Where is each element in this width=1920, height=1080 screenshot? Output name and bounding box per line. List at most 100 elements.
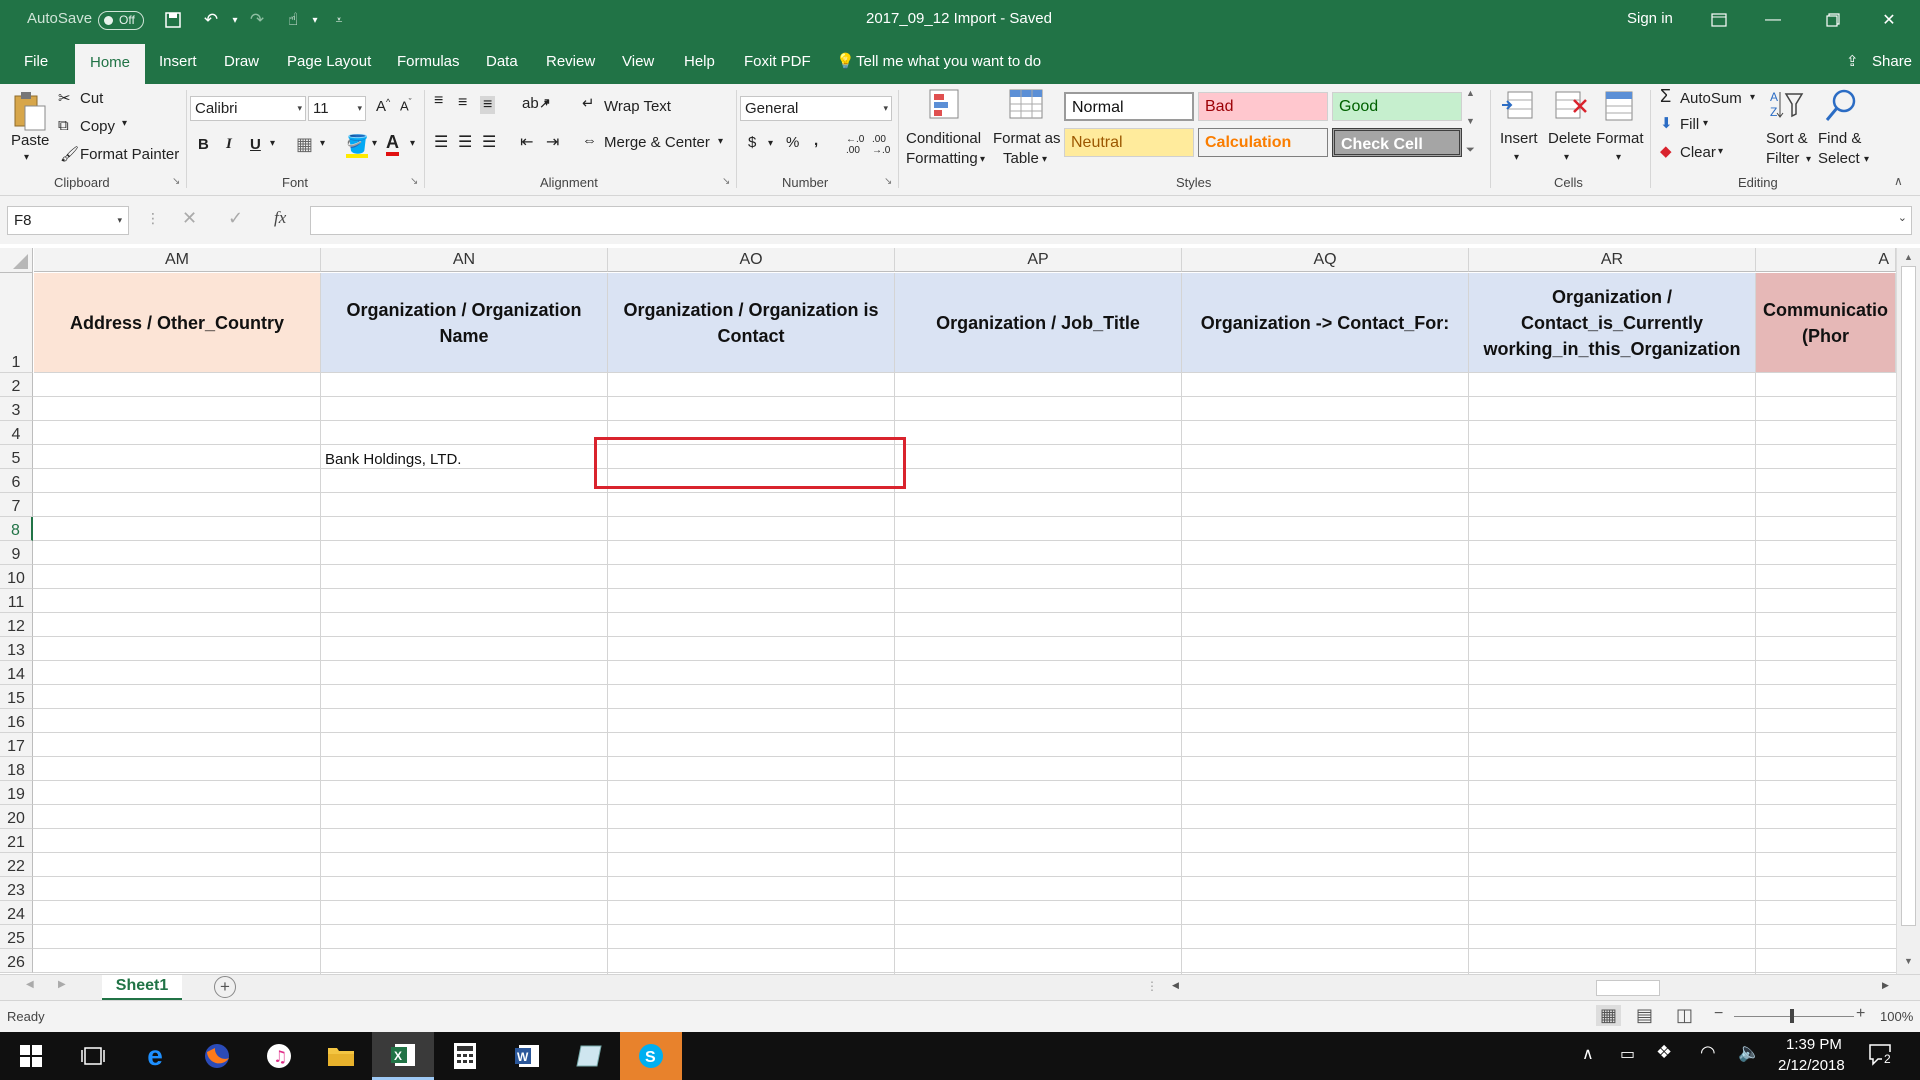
volume-icon[interactable]: 🔈 — [1738, 1042, 1760, 1063]
paste-button[interactable]: Paste — [11, 132, 49, 149]
windows-start-icon[interactable] — [0, 1032, 62, 1080]
task-view-icon[interactable] — [62, 1032, 124, 1080]
new-sheet-icon[interactable]: + — [214, 976, 236, 998]
zoom-out-icon[interactable]: − — [1714, 1005, 1723, 1023]
sign-in-link[interactable]: Sign in — [1627, 10, 1673, 27]
style-calculation[interactable]: Calculation — [1198, 128, 1328, 157]
row-header-9[interactable]: 9 — [0, 541, 33, 565]
share-icon[interactable]: ⇪ — [1846, 40, 1859, 84]
increase-decimal-icon[interactable]: ←.0.00 — [846, 134, 864, 156]
borders-icon[interactable]: ▦ — [296, 134, 313, 155]
font-color-dropdown-icon[interactable]: ▾ — [410, 138, 415, 149]
scroll-up-icon[interactable]: ▲ — [1904, 252, 1913, 262]
header-cell-as1[interactable]: Communicatio (Phor — [1756, 273, 1896, 373]
file-explorer-icon[interactable] — [310, 1032, 372, 1080]
name-box[interactable]: F8 ▾ — [7, 206, 129, 235]
zoom-slider-thumb[interactable] — [1790, 1009, 1794, 1023]
align-left-icon[interactable]: ☰ — [434, 132, 448, 152]
dropbox-icon[interactable]: ❖ — [1656, 1042, 1672, 1063]
row-header-4[interactable]: 4 — [0, 421, 33, 445]
font-name-select[interactable]: Calibri ▾ — [190, 96, 306, 121]
align-middle-icon[interactable]: ≡ — [458, 94, 467, 112]
decrease-font-icon[interactable]: Aˇ — [400, 97, 412, 113]
style-bad[interactable]: Bad — [1198, 92, 1328, 121]
underline-dropdown-icon[interactable]: ▾ — [270, 138, 275, 149]
sheet-prev-icon[interactable]: ◀ — [26, 979, 34, 990]
cut-button[interactable]: Cut — [80, 90, 103, 107]
insert-function-icon[interactable]: fx — [274, 208, 286, 228]
header-cell-ap1[interactable]: Organization / Job_Title — [895, 273, 1182, 373]
find-select-line2[interactable]: Select — [1818, 150, 1860, 167]
column-header-aq[interactable]: AQ — [1182, 248, 1469, 272]
fill-button[interactable]: Fill — [1680, 116, 1699, 133]
clear-button[interactable]: Clear — [1680, 144, 1716, 161]
styles-more-icon[interactable]: ⏷ — [1466, 144, 1475, 157]
clipboard-launcher-icon[interactable]: ↘ — [172, 176, 180, 187]
borders-dropdown-icon[interactable]: ▾ — [320, 138, 325, 149]
row-header-20[interactable]: 20 — [0, 805, 33, 829]
cancel-entry-icon[interactable]: ✕ — [182, 208, 197, 229]
style-good[interactable]: Good — [1332, 92, 1462, 121]
excel-taskbar-icon[interactable]: X — [372, 1032, 434, 1080]
wrap-text-button[interactable]: Wrap Text — [604, 98, 671, 115]
row-header-3[interactable]: 3 — [0, 397, 33, 421]
row-header-14[interactable]: 14 — [0, 661, 33, 685]
name-box-dropdown-icon[interactable]: ▾ — [117, 207, 122, 234]
align-right-icon[interactable]: ☰ — [482, 132, 496, 152]
skype-icon[interactable]: S — [620, 1032, 682, 1080]
clock-date[interactable]: 2/12/2018 — [1778, 1057, 1845, 1074]
style-neutral[interactable]: Neutral — [1064, 128, 1194, 157]
share-button[interactable]: Share — [1872, 40, 1912, 84]
insert-cells-button[interactable]: Insert — [1500, 130, 1538, 147]
row-header-16[interactable]: 16 — [0, 709, 33, 733]
row-header-17[interactable]: 17 — [0, 733, 33, 757]
tab-file[interactable]: File — [24, 40, 48, 84]
autosave-toggle[interactable]: Off — [98, 11, 144, 30]
horizontal-scrollbar[interactable]: ◀ ▶ — [1168, 978, 1896, 998]
font-size-select[interactable]: 11 ▾ — [308, 96, 366, 121]
format-cells-dropdown-icon[interactable]: ▾ — [1616, 152, 1621, 163]
zoom-slider[interactable] — [1734, 1016, 1854, 1017]
fill-color-dropdown-icon[interactable]: ▾ — [372, 138, 377, 149]
tab-review[interactable]: Review — [546, 40, 595, 84]
scroll-down-icon[interactable]: ▼ — [1904, 956, 1913, 966]
italic-icon[interactable]: I — [226, 136, 232, 153]
edge-icon[interactable]: e — [124, 1032, 186, 1080]
row-header-6[interactable]: 6 — [0, 469, 33, 493]
itunes-icon[interactable]: ♫ — [248, 1032, 310, 1080]
row-header-25[interactable]: 25 — [0, 925, 33, 949]
copy-dropdown-icon[interactable]: ▾ — [122, 118, 127, 129]
conditional-formatting-line2[interactable]: Formatting — [906, 150, 978, 167]
row-header-21[interactable]: 21 — [0, 829, 33, 853]
format-cells-button[interactable]: Format — [1596, 130, 1644, 147]
clear-dropdown-icon[interactable]: ▾ — [1718, 146, 1723, 157]
clock-time[interactable]: 1:39 PM — [1786, 1036, 1842, 1053]
row-header-24[interactable]: 24 — [0, 901, 33, 925]
expand-formula-icon[interactable]: ⌄ — [1898, 211, 1907, 224]
align-center-icon[interactable]: ☰ — [458, 132, 472, 152]
increase-indent-icon[interactable]: ⇥ — [546, 132, 559, 152]
tab-formulas[interactable]: Formulas — [397, 40, 460, 84]
style-normal[interactable]: Normal — [1064, 92, 1194, 121]
confirm-entry-icon[interactable]: ✓ — [228, 208, 243, 229]
align-bottom-icon[interactable]: ≡ — [480, 96, 496, 114]
row-header-19[interactable]: 19 — [0, 781, 33, 805]
firefox-icon[interactable] — [186, 1032, 248, 1080]
redo-icon[interactable]: ↷ — [244, 8, 270, 32]
sheet-tab-sheet1[interactable]: Sheet1 — [102, 975, 182, 1001]
tab-insert[interactable]: Insert — [159, 40, 197, 84]
delete-cells-dropdown-icon[interactable]: ▾ — [1564, 152, 1569, 163]
column-header-ar[interactable]: AR — [1469, 248, 1756, 272]
tab-split-handle-icon[interactable]: ⋮ — [1146, 979, 1158, 993]
format-as-table-line2[interactable]: Table — [1003, 150, 1039, 167]
conditional-dropdown-icon[interactable]: ▾ — [980, 154, 985, 165]
row-header-13[interactable]: 13 — [0, 637, 33, 661]
vertical-scroll-thumb[interactable] — [1901, 266, 1916, 926]
word-icon[interactable]: W — [496, 1032, 558, 1080]
tab-data[interactable]: Data — [486, 40, 518, 84]
tab-home[interactable]: Home — [75, 44, 146, 84]
orientation-dropdown-icon[interactable]: ▾ — [544, 98, 549, 109]
merge-dropdown-icon[interactable]: ▾ — [718, 136, 723, 147]
insert-cells-dropdown-icon[interactable]: ▾ — [1514, 152, 1519, 163]
sheet-next-icon[interactable]: ▶ — [58, 979, 66, 990]
